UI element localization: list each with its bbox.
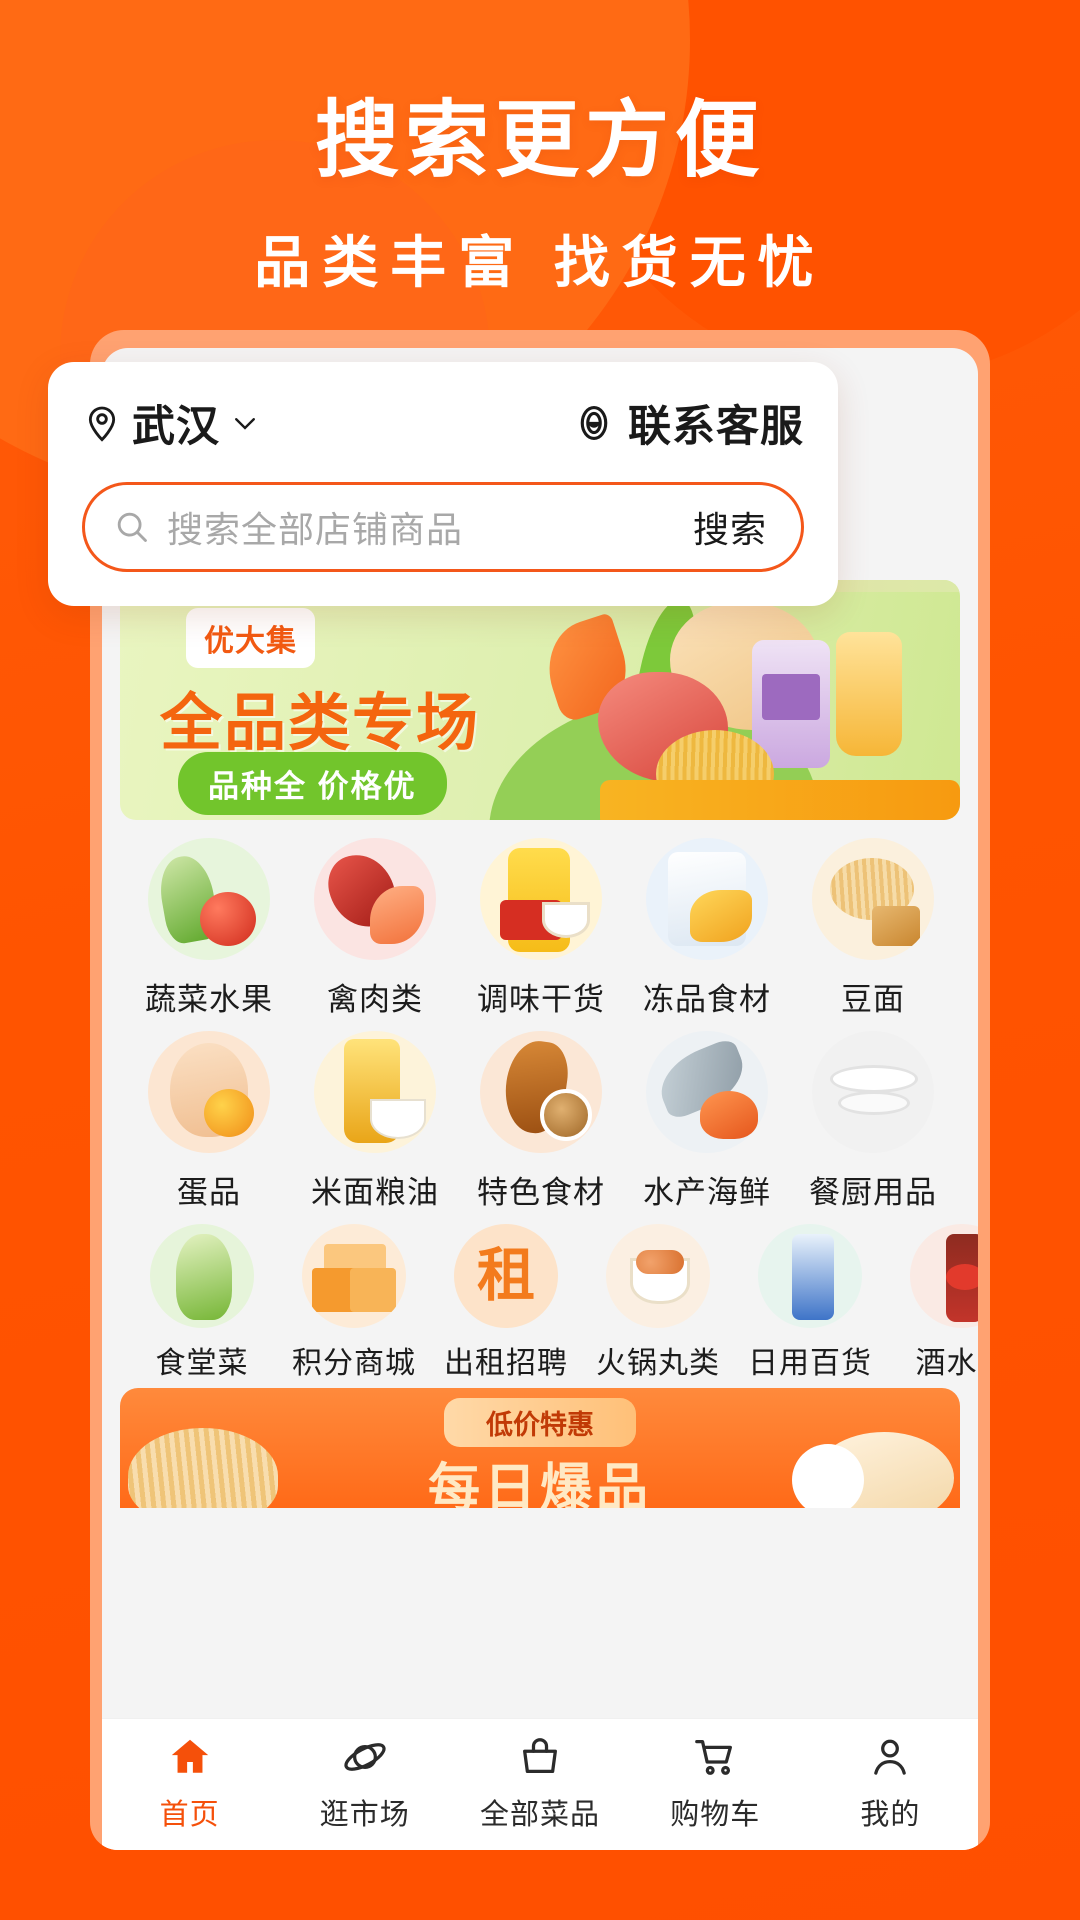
vegetables-fruit-icon	[148, 838, 270, 960]
tab-cart[interactable]: 购物车	[628, 1731, 803, 1833]
promo-noodle-shape	[128, 1428, 278, 1508]
tab-profile[interactable]: 我的	[803, 1731, 978, 1833]
banner-subtitle-pill: 品种全 价格优	[178, 752, 447, 815]
location-name: 武汉	[132, 403, 220, 451]
promo-bowl-shape	[792, 1444, 864, 1508]
category-item-daily-goods[interactable]: 日用百货	[734, 1224, 886, 1382]
search-input[interactable]: 搜索全部店铺商品	[167, 501, 463, 553]
category-grid: 蔬菜水果 禽肉类 调味干货 冻品食材 豆面 蛋品 米面粮油 特色食材 水产海鲜 …	[102, 838, 978, 1394]
basket-icon	[514, 1731, 566, 1783]
contact-service-label: 联系客服	[628, 403, 804, 451]
category-item-hotpot-balls[interactable]: 火锅丸类	[582, 1224, 734, 1382]
category-item-kitchenware[interactable]: 餐厨用品	[790, 1031, 956, 1212]
seasoning-dry-goods-icon	[480, 838, 602, 960]
frozen-food-icon	[646, 838, 768, 960]
search-bar[interactable]: 搜索全部店铺商品 搜索	[82, 482, 804, 572]
banner-title: 全品类专场	[160, 689, 481, 758]
seafood-icon	[646, 1031, 768, 1153]
rice-flour-oil-icon	[314, 1031, 436, 1153]
category-row-1: 蔬菜水果 禽肉类 调味干货 冻品食材 豆面	[102, 838, 978, 1019]
points-mall-icon	[302, 1224, 406, 1328]
category-item-beverage[interactable]: 酒水副	[886, 1224, 978, 1382]
hero-title: 搜索更方便	[314, 93, 765, 187]
hotpot-balls-icon	[606, 1224, 710, 1328]
daily-goods-icon	[758, 1224, 862, 1328]
headset-support-icon	[572, 401, 616, 445]
cart-icon	[689, 1731, 741, 1783]
category-item-seafood[interactable]: 水产海鲜	[624, 1031, 790, 1212]
tab-market[interactable]: 逛市场	[277, 1731, 452, 1833]
category-item-frozen-food[interactable]: 冻品食材	[624, 838, 790, 1019]
location-pin-icon	[82, 403, 122, 443]
brand-logo-badge: 优大集	[186, 608, 315, 668]
bottom-tab-bar: 首页 逛市场 全部菜品 购物车 我的	[102, 1718, 978, 1850]
category-label: 豆面	[841, 982, 905, 1017]
market-icon	[339, 1731, 391, 1783]
category-row-3-scrollable[interactable]: 食堂菜 积分商城 租 出租招聘 火锅丸类 日用百货 酒水	[102, 1224, 978, 1382]
user-icon	[864, 1731, 916, 1783]
bean-noodle-icon	[812, 838, 934, 960]
rent-recruit-icon: 租	[454, 1224, 558, 1328]
category-item-specialty-ingredient[interactable]: 特色食材	[458, 1031, 624, 1212]
promo-tag: 低价特惠	[444, 1398, 636, 1447]
specialty-ingredient-icon	[480, 1031, 602, 1153]
category-label: 蛋品	[177, 1175, 241, 1210]
category-label: 食堂菜	[155, 1347, 249, 1380]
search-bar-left: 搜索全部店铺商品	[113, 501, 463, 553]
location-selector[interactable]: 武汉	[82, 392, 260, 454]
oil-bottle-shape	[836, 632, 902, 756]
category-item-seasoning-dry-goods[interactable]: 调味干货	[458, 838, 624, 1019]
tab-label: 逛市场	[319, 1799, 410, 1831]
category-label: 日用百货	[748, 1347, 872, 1380]
hero-text-block: 搜索更方便 品类丰富 找货无忧	[0, 96, 1080, 299]
search-icon	[113, 508, 151, 546]
tab-label: 购物车	[670, 1799, 761, 1831]
category-label: 餐厨用品	[809, 1175, 937, 1210]
category-promo-banner[interactable]: 优大集 全品类专场 品种全 价格优	[120, 580, 960, 820]
category-item-canteen-dish[interactable]: 食堂菜	[126, 1224, 278, 1382]
brand-logo-text: 优大集	[204, 625, 297, 658]
egg-icon	[148, 1031, 270, 1153]
hero-subtitle: 品类丰富 找货无忧	[254, 231, 826, 295]
search-card: 武汉 联系客服 搜索全部店铺商品 搜索	[48, 362, 838, 606]
chevron-down-icon	[230, 408, 260, 438]
tab-label: 我的	[860, 1799, 921, 1831]
search-button[interactable]: 搜索	[693, 501, 767, 553]
category-label: 酒水副	[915, 1347, 979, 1380]
contact-service-button[interactable]: 联系客服	[572, 392, 804, 454]
tab-home[interactable]: 首页	[102, 1731, 277, 1833]
category-label: 冻品食材	[643, 982, 771, 1017]
category-label: 禽肉类	[327, 982, 423, 1017]
home-icon	[164, 1731, 216, 1783]
category-item-egg[interactable]: 蛋品	[126, 1031, 292, 1212]
kitchenware-icon	[812, 1031, 934, 1153]
category-label: 特色食材	[477, 1175, 605, 1210]
category-label: 出租招聘	[444, 1347, 568, 1380]
category-item-points-mall[interactable]: 积分商城	[278, 1224, 430, 1382]
daily-deal-promo-banner[interactable]: 低价特惠 每日爆品	[120, 1388, 960, 1508]
tab-all-dishes[interactable]: 全部菜品	[452, 1731, 627, 1833]
category-item-rice-flour-oil[interactable]: 米面粮油	[292, 1031, 458, 1212]
category-item-rent-recruit[interactable]: 租 出租招聘	[430, 1224, 582, 1382]
category-item-vegetables-fruit[interactable]: 蔬菜水果	[126, 838, 292, 1019]
tab-label: 全部菜品	[480, 1799, 601, 1831]
category-label: 米面粮油	[311, 1175, 439, 1210]
category-item-bean-noodle[interactable]: 豆面	[790, 838, 956, 1019]
beverage-icon	[910, 1224, 978, 1328]
category-item-poultry-meat[interactable]: 禽肉类	[292, 838, 458, 1019]
category-label: 火锅丸类	[596, 1347, 720, 1380]
category-label: 积分商城	[292, 1347, 416, 1380]
search-card-header: 武汉 联系客服	[82, 392, 804, 454]
category-label: 蔬菜水果	[145, 982, 273, 1017]
tab-label: 首页	[159, 1799, 220, 1831]
basket-shape	[600, 780, 960, 820]
promo-title: 每日爆品	[427, 1460, 653, 1508]
banner-artwork	[473, 580, 960, 820]
canteen-dish-icon	[150, 1224, 254, 1328]
poultry-meat-icon	[314, 838, 436, 960]
category-label: 调味干货	[477, 982, 605, 1017]
category-row-2: 蛋品 米面粮油 特色食材 水产海鲜 餐厨用品	[102, 1031, 978, 1212]
category-label: 水产海鲜	[643, 1175, 771, 1210]
